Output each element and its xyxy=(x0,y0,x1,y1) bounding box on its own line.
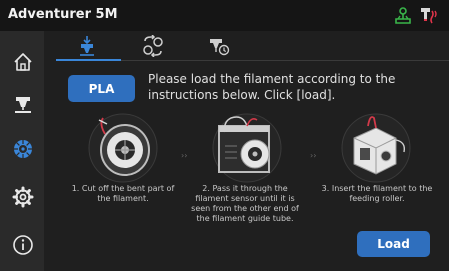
instruction-text: Please load the filament according to th… xyxy=(148,72,396,102)
step3-caption: 3. Insert the filament to the feeding ro… xyxy=(321,184,433,203)
filament-spool-icon[interactable] xyxy=(12,138,34,160)
step2-printer-illustration xyxy=(212,113,282,183)
tab-divider xyxy=(121,60,449,61)
step3-extruder-illustration xyxy=(341,113,411,183)
step-separator-icon: ›› xyxy=(310,151,317,160)
change-filament-icon[interactable] xyxy=(142,35,164,57)
unload-filament-icon[interactable] xyxy=(208,35,230,57)
nozzle-icon[interactable] xyxy=(12,94,34,116)
gear-icon[interactable] xyxy=(12,186,34,208)
step1-spool-illustration xyxy=(88,113,158,183)
step2-caption: 2. Pass it through the filament sensor u… xyxy=(191,184,299,223)
sidebar xyxy=(0,31,44,271)
network-connected-icon[interactable] xyxy=(393,5,413,25)
step-separator-icon: ›› xyxy=(181,151,188,160)
app-title: Adventurer 5M xyxy=(8,7,118,22)
material-button[interactable]: PLA xyxy=(68,75,135,102)
top-bar: Adventurer 5M xyxy=(0,0,449,31)
step1-caption: 1. Cut off the bent part of the filament… xyxy=(71,184,175,203)
temperature-alert-icon[interactable] xyxy=(418,5,438,25)
load-button[interactable]: Load xyxy=(357,231,430,257)
info-icon[interactable] xyxy=(12,234,34,256)
home-icon[interactable] xyxy=(12,51,34,73)
load-filament-icon[interactable] xyxy=(76,35,98,57)
active-tab-indicator xyxy=(56,59,121,61)
